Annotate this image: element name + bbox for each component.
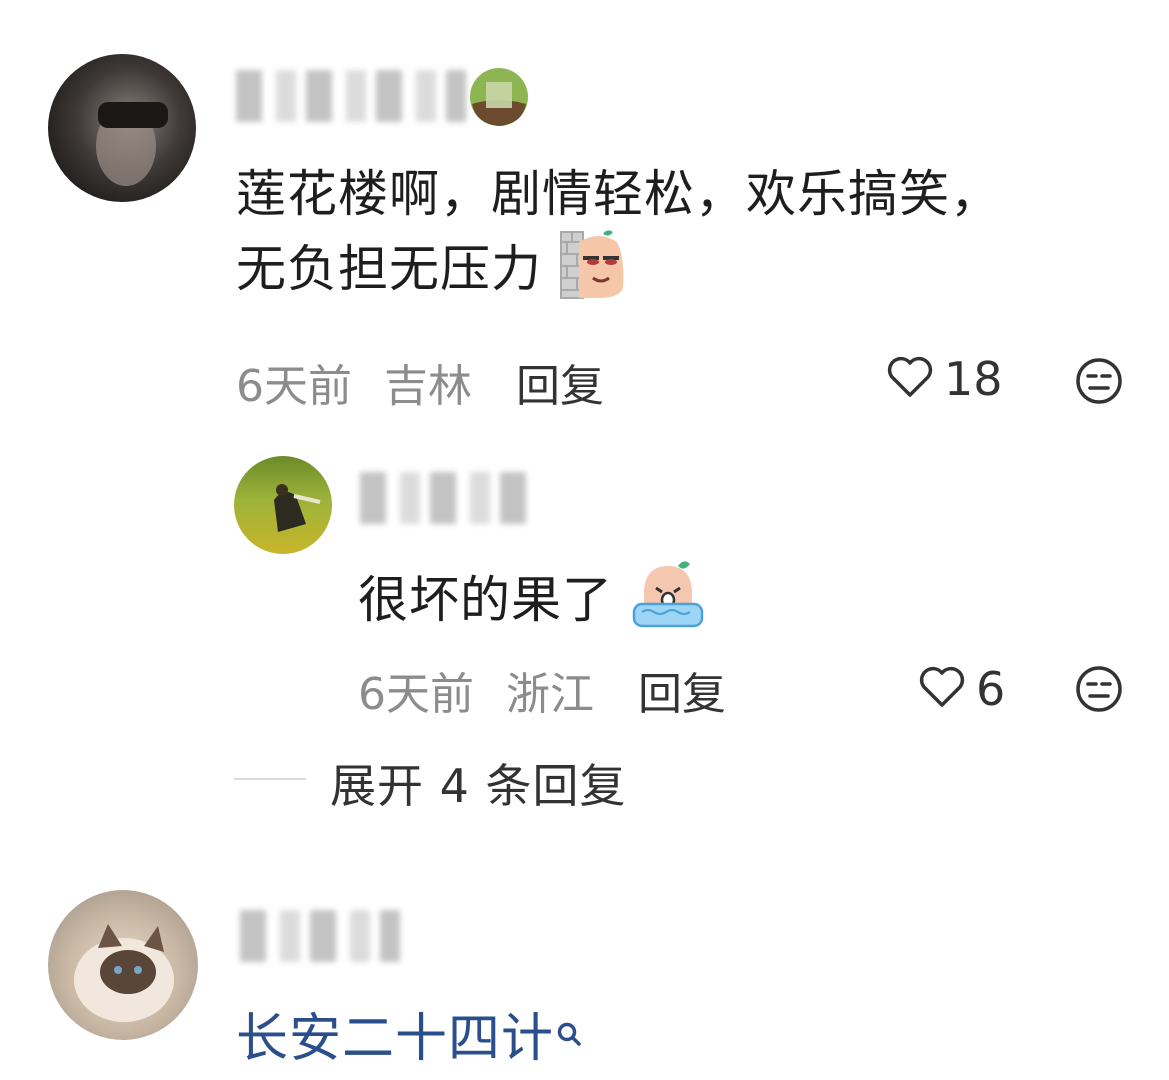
comment-text: 莲花楼啊，剧情轻松，欢乐搞笑， 无负担无压力 (236, 160, 1116, 317)
like-button[interactable]: 18 (886, 352, 1003, 406)
heart-icon (886, 355, 934, 403)
cat-avatar-photo (74, 924, 174, 1022)
reply-like-count: 6 (976, 662, 1006, 716)
search-link[interactable]: 长安二十四计 (236, 996, 582, 1071)
dislike-button[interactable] (1074, 356, 1124, 410)
username-blurred[interactable] (236, 70, 466, 122)
expand-divider (234, 778, 306, 780)
level-badge-icon (468, 66, 530, 132)
reply-content: 很坏的果了 (358, 571, 613, 629)
crying-sticker-icon (630, 560, 706, 647)
reply-meta: 6天前 浙江 回复 (358, 658, 726, 722)
reply-button[interactable]: 回复 (516, 361, 604, 412)
reply-text: 很坏的果了 (358, 560, 706, 647)
comment-time: 6天前 (236, 361, 352, 412)
reply-reply-button[interactable]: 回复 (638, 669, 726, 720)
reply-dislike-button[interactable] (1074, 664, 1124, 718)
avatar[interactable] (48, 54, 196, 202)
reply-like-button[interactable]: 6 (918, 662, 1005, 716)
avatar-photo (96, 102, 168, 186)
comment-line-1: 莲花楼啊，剧情轻松，欢乐搞笑， (236, 165, 1001, 223)
expand-replies-button[interactable]: 展开 4 条回复 (330, 750, 627, 816)
meh-face-icon (1076, 358, 1122, 404)
reply-avatar[interactable] (234, 456, 332, 554)
reply-avatar-photo (274, 484, 321, 532)
avatar[interactable] (48, 890, 198, 1040)
search-icon (556, 1000, 582, 1060)
comment-line-2-text: 无负担无压力 (236, 240, 542, 298)
search-link-text: 长安二十四计 (236, 1009, 555, 1069)
reply-username-blurred[interactable] (360, 472, 526, 524)
username-blurred[interactable] (240, 910, 400, 962)
heart-icon (918, 665, 966, 713)
like-count: 18 (944, 352, 1003, 406)
comment-location: 吉林 (384, 361, 472, 412)
meh-face-icon (1076, 666, 1122, 712)
comment-line-2: 无负担无压力 (236, 228, 1116, 317)
comment-meta: 6天前 吉林 回复 (236, 350, 604, 414)
peeking-sticker-icon (559, 228, 627, 317)
reply-location: 浙江 (506, 669, 594, 720)
reply-time: 6天前 (358, 669, 474, 720)
